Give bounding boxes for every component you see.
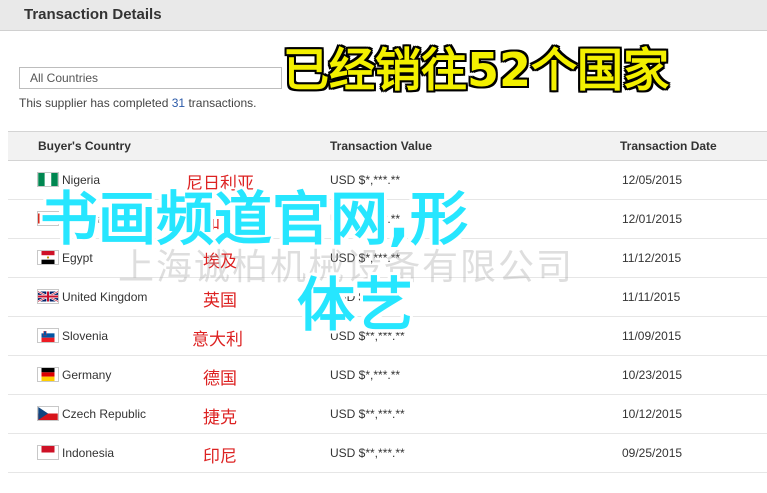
transaction-summary: This supplier has completed 31 transacti…	[19, 96, 256, 110]
transaction-count: 31	[171, 96, 186, 110]
summary-prefix: This supplier has completed	[19, 96, 172, 110]
row-date: 11/12/2015	[622, 251, 682, 265]
row-country-chinese: 印尼	[203, 447, 237, 467]
row-country: Indonesia	[62, 446, 115, 460]
row-value: USD $*,***.**	[330, 368, 401, 382]
row-date: 09/25/2015	[622, 446, 683, 460]
row-value: USD $**,***.**	[330, 407, 405, 421]
row-date: 12/05/2015	[622, 173, 683, 187]
overlay-text-line1: 书画频道官网,形	[40, 185, 469, 253]
germany-flag-icon	[37, 367, 59, 382]
header-bar: Transaction Details	[0, 0, 767, 31]
row-country-chinese: 意大利	[192, 330, 243, 350]
slovenia-flag-icon	[37, 328, 59, 343]
overlay-text-line2: 体艺	[297, 271, 414, 339]
row-country-chinese: 捷克	[203, 408, 237, 428]
row-date: 12/01/2015	[622, 212, 683, 226]
indonesia-flag-icon	[37, 445, 59, 460]
row-value: USD $**,***.**	[330, 446, 405, 460]
page-title: Transaction Details	[24, 6, 162, 23]
uk-flag-icon	[37, 289, 59, 304]
row-date: 11/09/2015	[622, 329, 682, 343]
promo-banner-text: 已经销往52个国家	[283, 43, 670, 97]
table-row: Indonesia 印尼 USD $**,***.** 09/25/2015	[8, 434, 767, 473]
row-country: United Kingdom	[62, 290, 148, 304]
row-date: 10/12/2015	[622, 407, 683, 421]
table-header: Buyer's Country Transaction Value Transa…	[8, 131, 767, 161]
column-header-date: Transaction Date	[620, 139, 717, 153]
row-country-chinese: 德国	[203, 369, 237, 389]
row-country: Slovenia	[62, 329, 109, 343]
row-country: Germany	[62, 368, 112, 382]
row-date: 10/23/2015	[622, 368, 683, 382]
czech-flag-icon	[37, 406, 59, 421]
table-row: Germany 德国 USD $*,***.** 10/23/2015	[8, 356, 767, 395]
row-country: Czech Republic	[62, 407, 147, 421]
summary-suffix: transactions.	[185, 96, 257, 110]
country-filter-select[interactable]: All Countries	[19, 67, 282, 89]
column-header-country: Buyer's Country	[38, 139, 131, 153]
row-date: 11/11/2015	[622, 290, 681, 304]
column-header-value: Transaction Value	[330, 139, 433, 153]
table-row: Czech Republic 捷克 USD $**,***.** 10/12/2015	[8, 395, 767, 434]
